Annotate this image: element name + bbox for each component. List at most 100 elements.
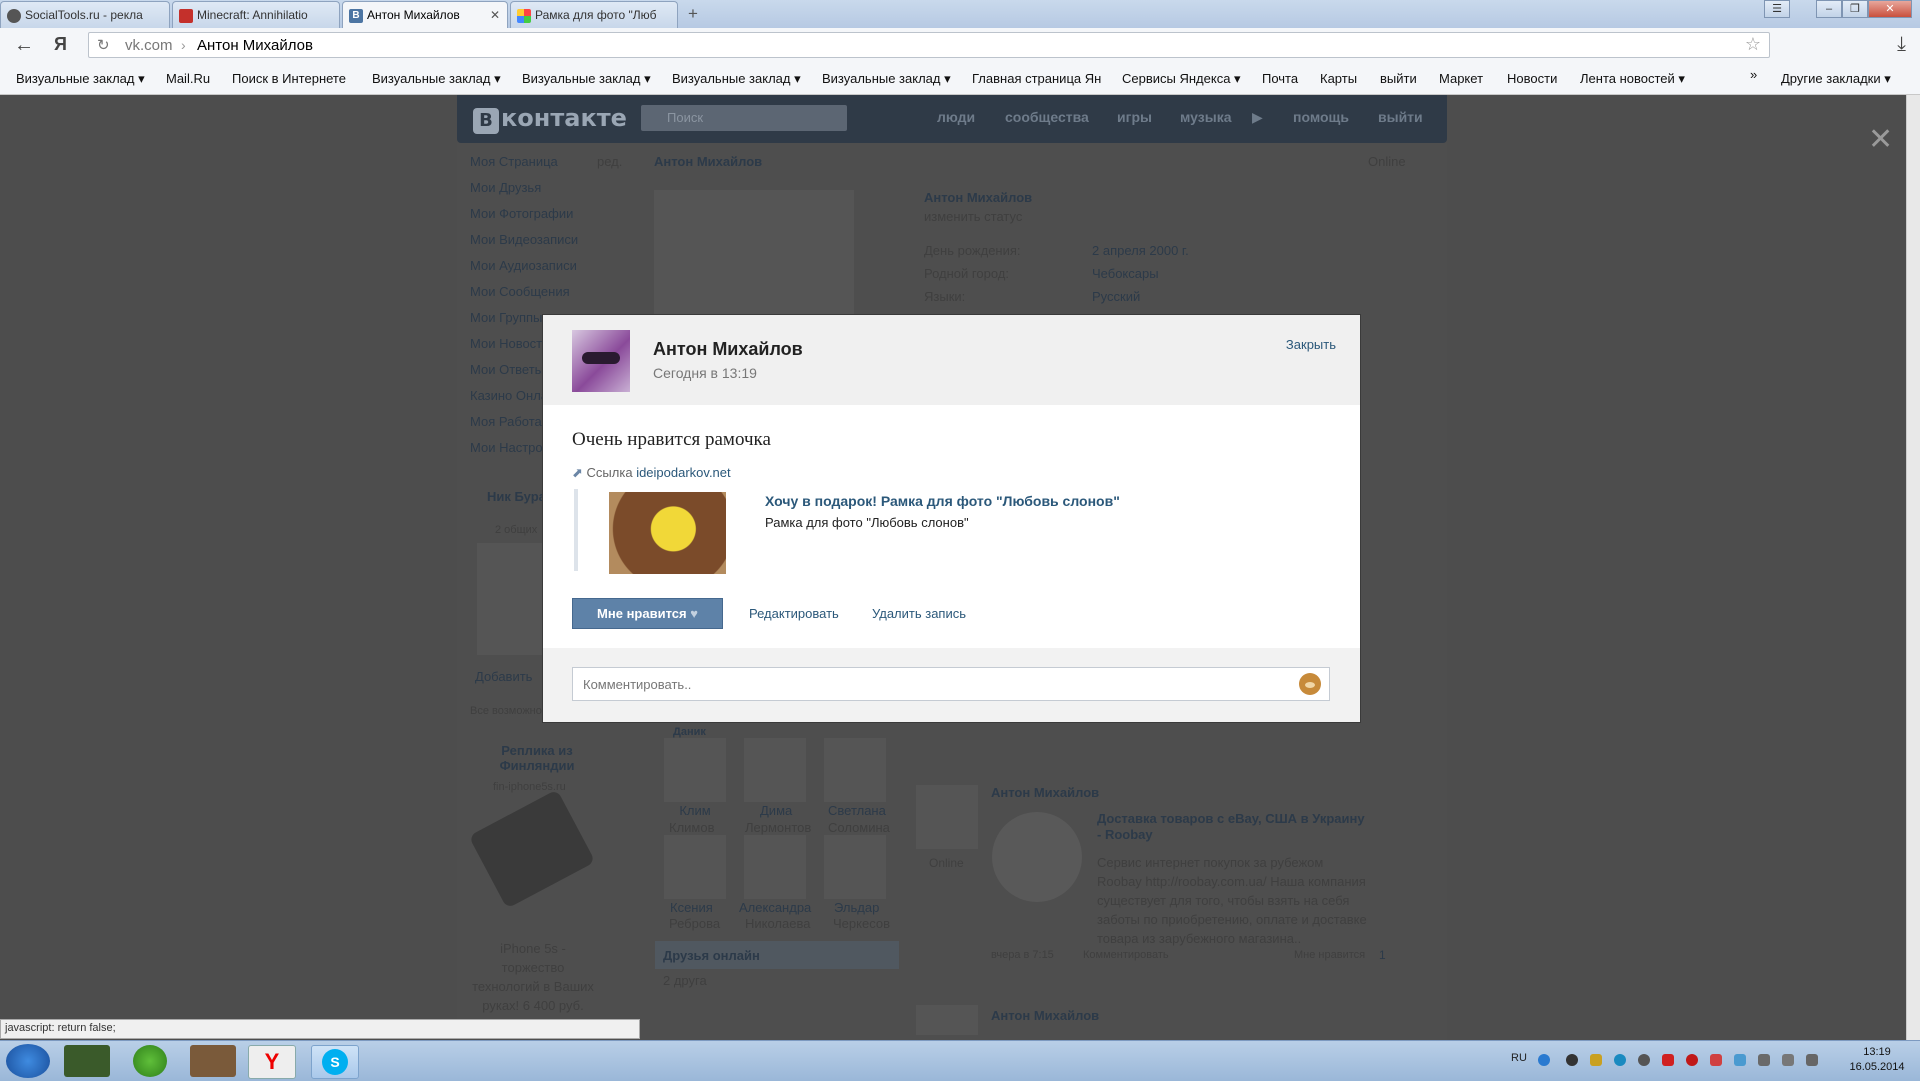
- language-indicator[interactable]: RU: [1511, 1052, 1527, 1064]
- friend-first[interactable]: Ксения: [670, 900, 713, 915]
- friend-first[interactable]: Светлана: [828, 803, 886, 818]
- yandex-browser-icon[interactable]: Y: [248, 1045, 296, 1079]
- attachment-thumbnail[interactable]: [609, 492, 726, 574]
- ad-title[interactable]: Реплика из Финляндии: [477, 743, 597, 773]
- tab-socialtools[interactable]: SocialTools.ru - рекла: [0, 1, 170, 28]
- post-like-link[interactable]: Мне нравится: [1294, 949, 1365, 961]
- post-author[interactable]: Антон Михайлов: [991, 1008, 1099, 1023]
- post-avatar[interactable]: [916, 785, 978, 849]
- author-avatar[interactable]: [572, 330, 630, 392]
- bookmark-item[interactable]: Визуальные заклад ▾: [372, 71, 501, 87]
- side-friend-photo[interactable]: [477, 543, 543, 655]
- post-time[interactable]: вчера в 7:15: [991, 949, 1054, 961]
- ad-phone-image[interactable]: [468, 789, 596, 909]
- start-button[interactable]: [6, 1044, 50, 1078]
- friend-first[interactable]: Клим: [675, 803, 715, 818]
- comment-input[interactable]: Комментировать..: [572, 667, 1330, 701]
- task-manager-icon[interactable]: [64, 1045, 110, 1077]
- close-window-button[interactable]: ✕: [1868, 0, 1912, 18]
- sidebar-item[interactable]: Мои Друзья: [470, 180, 541, 195]
- friend-last[interactable]: Реброва: [669, 916, 720, 931]
- tray-icon[interactable]: [1590, 1054, 1602, 1066]
- friend-last[interactable]: Лермонтов: [745, 820, 811, 835]
- change-status-link[interactable]: изменить статус: [924, 209, 1022, 224]
- friends-online-count[interactable]: 2 друга: [663, 973, 707, 988]
- sidebar-edit[interactable]: ред.: [597, 154, 622, 169]
- sidebar-item[interactable]: Мои Новости: [470, 336, 549, 351]
- page-scrollbar[interactable]: [1906, 95, 1920, 1040]
- close-tab-icon[interactable]: ✕: [490, 8, 500, 22]
- tray-icon[interactable]: [1662, 1054, 1674, 1066]
- taskbar-clock[interactable]: 13:19 16.05.2014: [1845, 1045, 1909, 1075]
- tray-icon[interactable]: [1566, 1054, 1578, 1066]
- url-field[interactable]: ↻ vk.com › Антон Михайлов ☆: [88, 32, 1770, 58]
- tray-icon[interactable]: [1710, 1054, 1722, 1066]
- nav-communities[interactable]: сообщества: [1005, 109, 1089, 125]
- tab-minecraft[interactable]: Minecraft: Annihilatio: [172, 1, 340, 28]
- new-tab-button[interactable]: +: [688, 4, 698, 24]
- back-icon[interactable]: ←: [14, 34, 34, 57]
- window-menu-button[interactable]: ☰: [1764, 0, 1790, 18]
- sidebar-item[interactable]: Моя Страница: [470, 154, 558, 169]
- bookmark-item[interactable]: Mail.Ru: [166, 71, 210, 86]
- nav-games[interactable]: игры: [1117, 109, 1152, 125]
- friend-first[interactable]: Александра: [739, 900, 811, 915]
- sidebar-item[interactable]: Мои Фотографии: [470, 206, 573, 221]
- bookmark-item[interactable]: Лента новостей ▾: [1580, 71, 1685, 87]
- bookmark-item[interactable]: Почта: [1262, 71, 1298, 86]
- flag-tray-icon[interactable]: [1782, 1054, 1794, 1066]
- friend-first[interactable]: Эльдар: [834, 900, 879, 915]
- friend-last[interactable]: Климов: [669, 820, 715, 835]
- bookmark-item[interactable]: Сервисы Яндекса ▾: [1122, 71, 1241, 87]
- post-time[interactable]: Сегодня в 13:19: [653, 365, 757, 381]
- friend-photo[interactable]: [824, 835, 886, 899]
- network-tray-icon[interactable]: [1538, 1054, 1550, 1066]
- edit-link[interactable]: Редактировать: [749, 606, 839, 621]
- like-button[interactable]: Мне нравится ♥: [572, 598, 723, 629]
- close-link[interactable]: Закрыть: [1286, 337, 1336, 352]
- yandex-icon[interactable]: Я: [54, 34, 67, 55]
- sidebar-item[interactable]: Мои Группы: [470, 310, 542, 325]
- bookmark-item[interactable]: Главная страница Ян: [972, 71, 1101, 86]
- tab-anton-mikhailov[interactable]: B Антон Михайлов ✕: [342, 1, 508, 29]
- bookmark-item[interactable]: Новости: [1507, 71, 1557, 86]
- tray-icon[interactable]: [1758, 1054, 1770, 1066]
- nav-help[interactable]: помощь: [1293, 109, 1349, 125]
- bookmark-item[interactable]: Визуальные заклад ▾: [672, 71, 801, 87]
- ad-text[interactable]: iPhone 5s - торжество технологий в Ваших…: [471, 939, 595, 1015]
- game-icon[interactable]: [190, 1045, 236, 1077]
- download-icon[interactable]: ⤓: [1897, 33, 1906, 56]
- volume-tray-icon[interactable]: [1806, 1054, 1818, 1066]
- bookmark-item[interactable]: Визуальные заклад ▾: [522, 71, 651, 87]
- bookmark-item[interactable]: Визуальные заклад ▾: [16, 71, 145, 87]
- friend-photo[interactable]: [824, 738, 886, 802]
- tab-ramka[interactable]: Рамка для фото "Люб: [510, 1, 678, 28]
- friend-photo[interactable]: [664, 738, 726, 802]
- nav-people[interactable]: люди: [937, 109, 975, 125]
- bookmark-item[interactable]: Поиск в Интернете: [232, 71, 346, 86]
- link-domain[interactable]: ideipodarkov.net: [636, 465, 730, 480]
- friend-photo[interactable]: [744, 835, 806, 899]
- friend-photo[interactable]: [744, 738, 806, 802]
- side-friend-add[interactable]: Добавить: [475, 669, 532, 684]
- friend-last[interactable]: Соломина: [828, 820, 890, 835]
- friends-online-title[interactable]: Друзья онлайн: [663, 948, 760, 963]
- sidebar-item[interactable]: Мои Ответы: [470, 362, 544, 377]
- vk-logo[interactable]: Bконтакте: [473, 104, 627, 134]
- close-overlay-icon[interactable]: ✕: [1868, 122, 1893, 157]
- author-name[interactable]: Антон Михайлов: [653, 339, 803, 360]
- minimize-button[interactable]: –: [1816, 0, 1842, 18]
- friend-photo[interactable]: [664, 835, 726, 899]
- post-author[interactable]: Антон Михайлов: [991, 785, 1099, 800]
- tray-icon[interactable]: [1734, 1054, 1746, 1066]
- tray-icon[interactable]: [1638, 1054, 1650, 1066]
- tray-icon[interactable]: [1686, 1054, 1698, 1066]
- reload-icon[interactable]: ↻: [97, 36, 110, 54]
- bookmark-star-icon[interactable]: ☆: [1745, 34, 1761, 55]
- post-avatar[interactable]: [916, 1005, 978, 1035]
- friend-last[interactable]: Черкесов: [833, 916, 890, 931]
- nav-music[interactable]: музыка: [1180, 109, 1231, 125]
- bookmark-item[interactable]: Карты: [1320, 71, 1357, 86]
- post-title[interactable]: Доставка товаров с eBay, США в Украину -…: [1097, 811, 1367, 843]
- sidebar-item[interactable]: Моя Работа: [470, 414, 542, 429]
